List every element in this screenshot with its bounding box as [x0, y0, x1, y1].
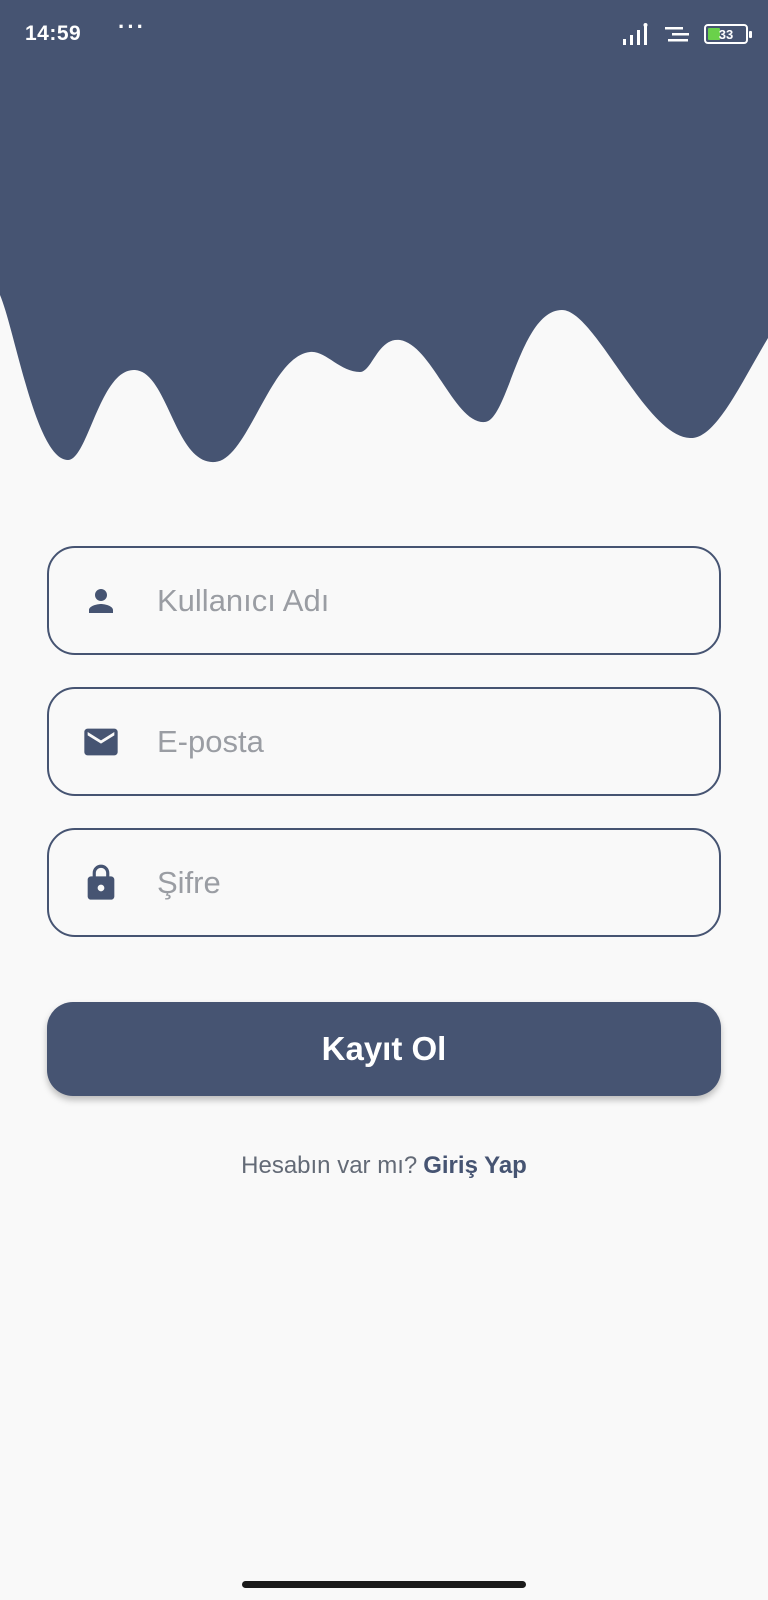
- lock-icon: [81, 863, 121, 903]
- person-icon: [81, 581, 121, 621]
- login-link[interactable]: Giriş Yap: [423, 1152, 527, 1179]
- battery-icon: 33: [704, 24, 752, 44]
- email-field: [47, 687, 721, 796]
- username-input[interactable]: [157, 548, 695, 653]
- more-notifications-icon: ···: [118, 14, 146, 39]
- status-time: 14:59: [25, 22, 82, 45]
- have-account-text: Hesabın var mı?: [241, 1152, 418, 1179]
- username-field: [47, 546, 721, 655]
- data-transfer-icon: [665, 27, 689, 42]
- status-icons: 33: [622, 22, 752, 46]
- email-input[interactable]: [157, 689, 695, 794]
- password-input[interactable]: [157, 830, 695, 935]
- home-indicator[interactable]: [242, 1581, 526, 1588]
- status-bar: 14:59 ··· 33: [0, 0, 768, 70]
- mail-icon: [81, 722, 121, 762]
- password-field: [47, 828, 721, 937]
- battery-level: 33: [718, 26, 734, 42]
- registration-form: [47, 546, 721, 969]
- signal-icon: [623, 23, 648, 45]
- login-prompt: Hesabın var mı? Giriş Yap: [0, 1152, 768, 1180]
- register-button[interactable]: Kayıt Ol: [47, 1002, 721, 1096]
- header-wave: [0, 0, 768, 463]
